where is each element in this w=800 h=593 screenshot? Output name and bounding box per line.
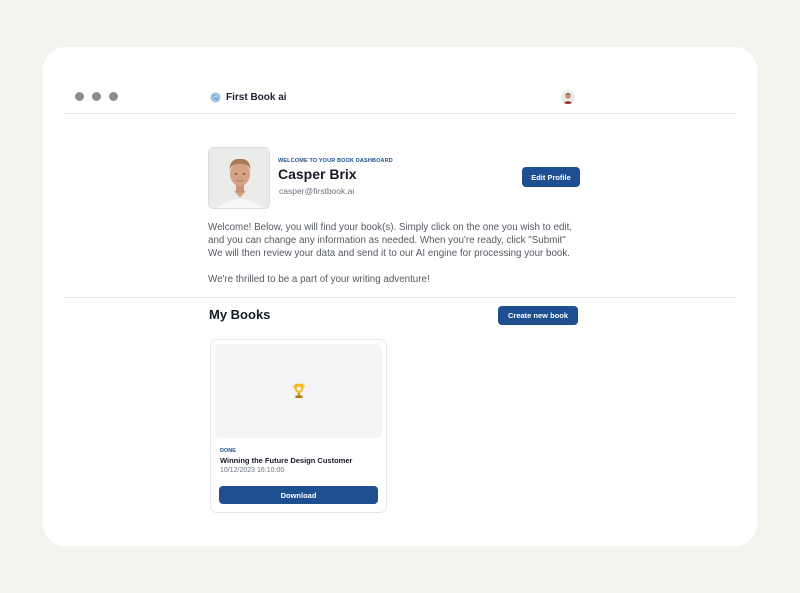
window-dot[interactable] xyxy=(92,92,101,101)
book-date: 10/12/2023 16:10:00 xyxy=(220,467,285,474)
section-divider xyxy=(64,297,736,298)
window-dot[interactable] xyxy=(109,92,118,101)
trophy-icon xyxy=(292,383,305,399)
window-dot[interactable] xyxy=(75,92,84,101)
app-logo[interactable]: First Book ai xyxy=(210,92,287,103)
window-controls xyxy=(75,92,118,101)
intro-line: We will then review your data and send i… xyxy=(208,248,570,259)
my-books-title: My Books xyxy=(209,307,271,322)
profile-name: Casper Brix xyxy=(278,166,357,182)
welcome-kicker: WELCOME TO YOUR BOOK DASHBOARD xyxy=(278,158,393,164)
book-cover[interactable] xyxy=(215,344,382,438)
intro-text: Welcome! Below, you will find your book(… xyxy=(208,221,588,286)
intro-closing: We're thrilled to be a part of your writ… xyxy=(208,274,430,285)
book-card[interactable]: DONE Winning the Future Design Customer … xyxy=(210,339,387,513)
app-window: First Book ai WELCOME TO YOUR BOOK DASHB… xyxy=(43,47,757,546)
download-button[interactable]: Download xyxy=(219,486,378,504)
header-divider xyxy=(64,113,736,114)
profile-email: casper@firstbook.ai xyxy=(279,186,355,196)
intro-line: Welcome! Below, you will find your book(… xyxy=(208,222,573,233)
intro-line: and you can change any information as ne… xyxy=(208,235,566,246)
brain-icon xyxy=(210,92,221,103)
profile-photo xyxy=(208,147,270,209)
user-avatar[interactable] xyxy=(561,90,575,104)
book-title: Winning the Future Design Customer xyxy=(220,456,353,465)
create-new-book-button[interactable]: Create new book xyxy=(498,306,578,325)
book-status: DONE xyxy=(220,448,236,454)
app-name: First Book ai xyxy=(226,92,287,103)
edit-profile-button[interactable]: Edit Profile xyxy=(522,167,580,187)
